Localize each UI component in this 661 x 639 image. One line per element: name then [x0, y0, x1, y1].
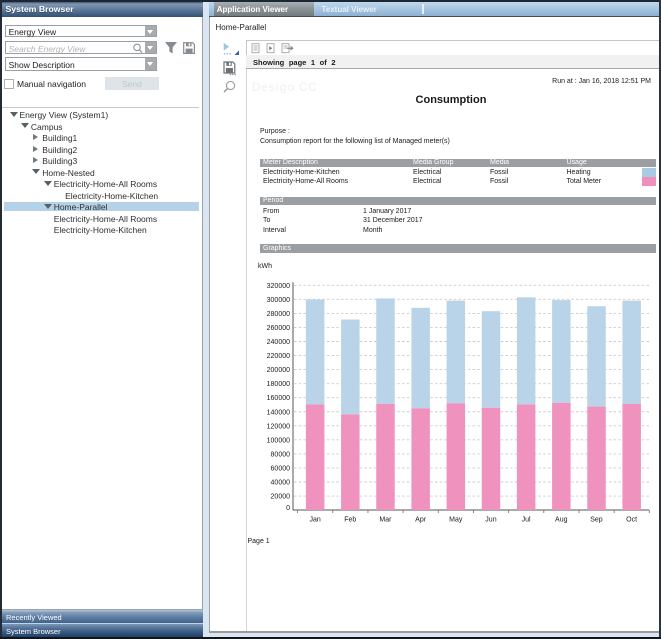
svg-text:Apr: Apr: [415, 517, 427, 524]
svg-text:260000: 260000: [267, 325, 290, 332]
svg-text:220000: 220000: [267, 353, 290, 360]
svg-text:280000: 280000: [267, 311, 290, 318]
svg-text:120000: 120000: [267, 423, 290, 430]
svg-text:Mar: Mar: [379, 517, 392, 524]
svg-text:80000: 80000: [271, 451, 291, 458]
svg-text:Aug: Aug: [555, 517, 568, 524]
svg-text:Jun: Jun: [485, 517, 496, 524]
svg-text:60000: 60000: [271, 465, 291, 472]
svg-text:180000: 180000: [267, 381, 290, 388]
svg-text:Feb: Feb: [344, 517, 356, 524]
svg-text:0: 0: [286, 505, 290, 512]
svg-text:200000: 200000: [267, 367, 290, 374]
svg-text:Jul: Jul: [522, 517, 531, 524]
svg-text:160000: 160000: [267, 395, 290, 402]
svg-text:Oct: Oct: [626, 517, 637, 524]
svg-text:100000: 100000: [267, 437, 290, 444]
svg-text:May: May: [449, 517, 463, 524]
svg-text:300000: 300000: [267, 297, 290, 304]
svg-text:20000: 20000: [271, 494, 291, 501]
svg-text:240000: 240000: [267, 339, 290, 346]
svg-text:320000: 320000: [267, 283, 290, 290]
svg-text:Sep: Sep: [590, 517, 603, 524]
svg-text:40000: 40000: [271, 480, 291, 487]
svg-text:Jan: Jan: [309, 517, 320, 524]
svg-text:140000: 140000: [267, 409, 290, 416]
